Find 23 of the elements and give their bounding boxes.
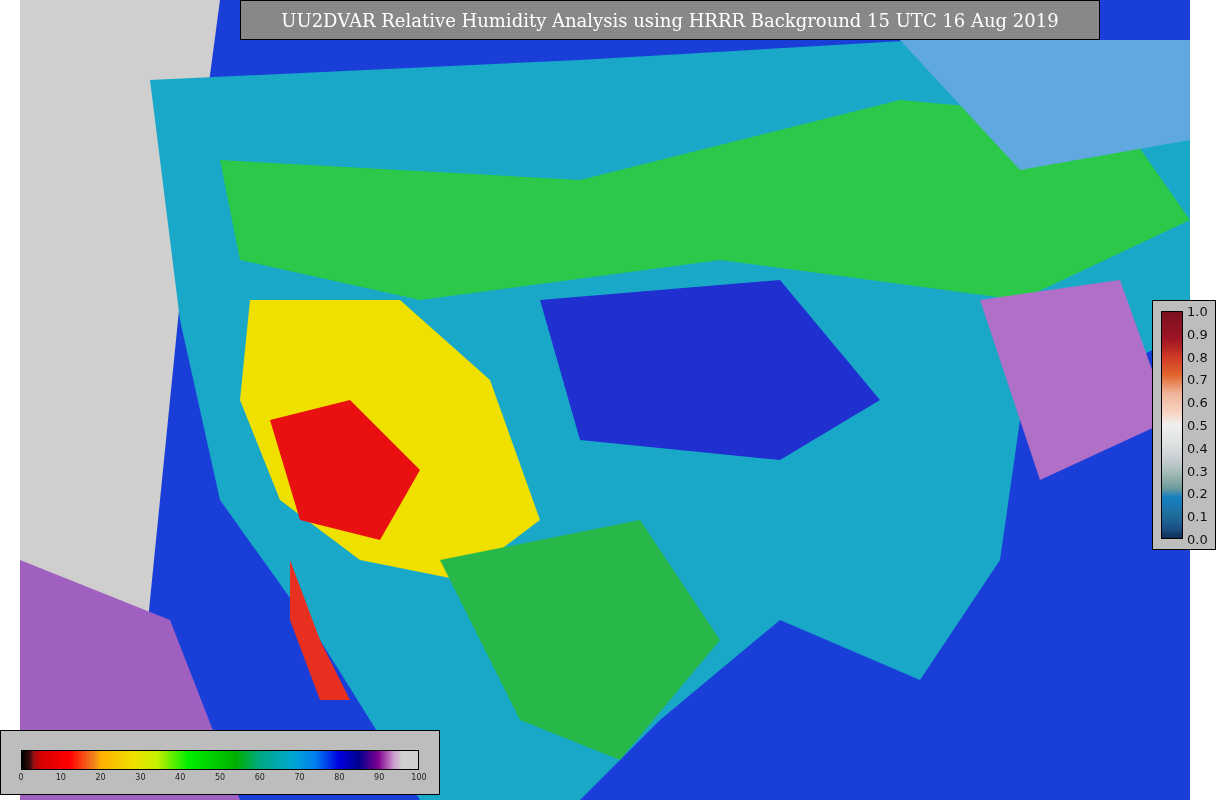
colorbar-tick-label: 100 xyxy=(411,774,427,782)
colorbar-tick-label: 30 xyxy=(135,774,146,782)
colorbar-tick-label: 70 xyxy=(294,774,305,782)
colorbar-tick-label: 0.5 xyxy=(1187,418,1208,432)
colorbar-tick-label: 90 xyxy=(374,774,385,782)
colorbar-tick-label: 0.8 xyxy=(1187,350,1208,364)
colorbar-tick-label: 0.6 xyxy=(1187,395,1208,409)
colorbar-tick-label: 60 xyxy=(254,774,265,782)
colorbar-tick-label: 0.7 xyxy=(1187,372,1208,386)
colorbar-tick-label: 20 xyxy=(95,774,106,782)
colorbar-tick-label: 0.0 xyxy=(1187,532,1208,546)
colorbar-tick-label: 0 xyxy=(18,774,24,782)
colorbar-tick-label: 50 xyxy=(214,774,226,782)
colorbar-tick-label: 10 xyxy=(55,774,66,782)
colorbar-tick-label: 1.0 xyxy=(1187,304,1208,318)
colorbar-tick-label: 0.2 xyxy=(1187,486,1208,500)
colorbar-tick-label: 0.4 xyxy=(1187,441,1208,455)
colorbar-tick-label: 80 xyxy=(334,774,345,782)
map-title: UU2DVAR Relative Humidity Analysis using HRRR Background 15 UTC 16 Aug 2019 xyxy=(240,0,1100,40)
colorbar-tick-label: 40 xyxy=(175,774,186,782)
colorbar-tick-label: 0.3 xyxy=(1187,464,1208,478)
colorbar-tick-label: 0.9 xyxy=(1187,327,1208,341)
colorbar-tick-label: 0.1 xyxy=(1187,509,1208,523)
